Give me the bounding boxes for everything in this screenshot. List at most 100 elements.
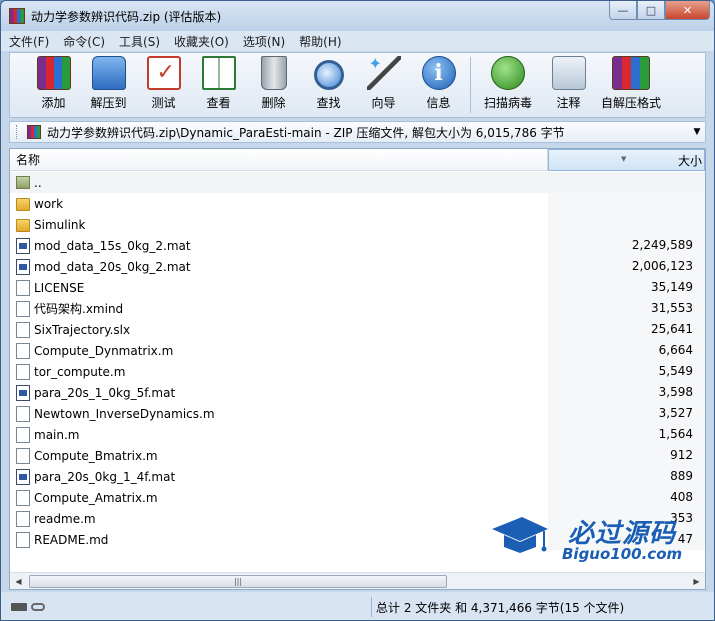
comment-button[interactable]: 注释 <box>541 53 596 117</box>
table-row[interactable]: readme.m 353 <box>10 508 705 529</box>
disk-icon[interactable] <box>11 603 27 611</box>
virus-scan-button[interactable]: 扫描病毒 <box>475 53 541 117</box>
file-name-cell: Newtown_InverseDynamics.m <box>10 403 548 424</box>
file-name: para_20s_1_0kg_5f.mat <box>34 385 176 400</box>
file-name: work <box>34 196 64 211</box>
address-grip <box>16 125 19 139</box>
key-icon[interactable] <box>31 603 45 611</box>
add-button[interactable]: 添加 <box>26 53 81 117</box>
address-path: 动力学参数辨识代码.zip\Dynamic_ParaEsti-main - ZI… <box>47 125 565 140</box>
table-row[interactable]: Compute_Amatrix.m 408 <box>10 487 705 508</box>
file-name: Newtown_InverseDynamics.m <box>34 406 215 421</box>
file-size-cell: 3,527 <box>548 403 705 424</box>
window-controls: — □ ✕ <box>609 1 710 20</box>
maximize-button[interactable]: □ <box>637 1 665 20</box>
file-name-cell: LICENSE <box>10 277 548 298</box>
file-rows: .. work Simulink mod_data_15s_0kg_2.mat 2,24… <box>10 172 705 550</box>
test-button[interactable]: 测试 <box>136 53 191 117</box>
menu-favorites[interactable]: 收藏夹(O) <box>174 33 229 50</box>
file-size-cell: 2,006,123 <box>548 256 705 277</box>
matlab-data-icon <box>16 384 30 401</box>
file-name: mod_data_15s_0kg_2.mat <box>34 238 191 253</box>
file-name-cell: Compute_Bmatrix.m <box>10 445 548 466</box>
file-name-cell: SixTrajectory.slx <box>10 319 548 340</box>
file-name-cell: readme.m <box>10 508 548 529</box>
toolbar-separator <box>470 57 471 113</box>
table-row[interactable]: 代码架构.xmind 31,553 <box>10 298 705 319</box>
view-icon <box>201 56 236 90</box>
file-name: SixTrajectory.slx <box>34 322 131 337</box>
extract-to-button[interactable]: 解压到 <box>81 53 136 117</box>
table-row[interactable]: main.m 1,564 <box>10 424 705 445</box>
sfx-button[interactable]: 自解压格式 <box>596 53 666 117</box>
table-row[interactable]: Compute_Dynmatrix.m 6,664 <box>10 340 705 361</box>
file-name: Simulink <box>34 217 86 232</box>
column-size-header[interactable]: ▼ 大小 <box>548 149 705 171</box>
info-button[interactable]: i 信息 <box>411 53 466 117</box>
matlab-data-icon <box>16 258 30 275</box>
file-size-cell: 912 <box>548 445 705 466</box>
file-name-cell: mod_data_20s_0kg_2.mat <box>10 256 548 277</box>
delete-button[interactable]: 删除 <box>246 53 301 117</box>
view-label: 查看 <box>206 96 231 110</box>
table-row[interactable]: README.md 47 <box>10 529 705 550</box>
table-row[interactable]: SixTrajectory.slx 25,641 <box>10 319 705 340</box>
table-row[interactable]: Newtown_InverseDynamics.m 3,527 <box>10 403 705 424</box>
file-name: main.m <box>34 427 80 442</box>
file-name-cell: README.md <box>10 529 548 550</box>
menu-file[interactable]: 文件(F) <box>9 33 49 50</box>
table-row[interactable]: mod_data_20s_0kg_2.mat 2,006,123 <box>10 256 705 277</box>
document-icon <box>16 489 30 506</box>
parent-directory-row[interactable]: .. <box>10 172 705 193</box>
table-row[interactable]: LICENSE 35,149 <box>10 277 705 298</box>
horizontal-scrollbar[interactable]: ◀ ||| ▶ <box>10 572 705 589</box>
wizard-button[interactable]: 向导 <box>356 53 411 117</box>
window-title: 动力学参数辨识代码.zip (评估版本) <box>31 9 222 24</box>
scroll-track[interactable]: ||| <box>27 574 688 589</box>
table-row[interactable]: work <box>10 193 705 214</box>
virus-scan-icon <box>491 56 525 90</box>
view-button[interactable]: 查看 <box>191 53 246 117</box>
close-button[interactable]: ✕ <box>665 1 710 20</box>
minimize-button[interactable]: — <box>609 1 637 20</box>
file-name: LICENSE <box>34 280 85 295</box>
table-row[interactable]: mod_data_15s_0kg_2.mat 2,249,589 <box>10 235 705 256</box>
chevron-down-icon[interactable]: ▼ <box>689 127 705 137</box>
file-size-cell: 353 <box>548 508 705 529</box>
file-name-cell: tor_compute.m <box>10 361 548 382</box>
file-size-cell <box>548 193 705 214</box>
table-row[interactable]: Simulink <box>10 214 705 235</box>
address-bar[interactable]: 动力学参数辨识代码.zip\Dynamic_ParaEsti-main - ZI… <box>9 121 706 143</box>
table-row[interactable]: para_20s_1_0kg_5f.mat 3,598 <box>10 382 705 403</box>
file-name-cell: para_20s_0kg_1_4f.mat <box>10 466 548 487</box>
file-name: mod_data_20s_0kg_2.mat <box>34 259 191 274</box>
matlab-data-icon <box>16 468 30 485</box>
file-name: 代码架构.xmind <box>34 302 124 316</box>
file-name-cell: para_20s_1_0kg_5f.mat <box>10 382 548 403</box>
status-summary: 总计 2 文件夹 和 4,371,466 字节(15 个文件) <box>376 600 625 615</box>
file-name: tor_compute.m <box>34 364 126 379</box>
menu-options[interactable]: 选项(N) <box>243 33 285 50</box>
scroll-left-icon[interactable]: ◀ <box>10 573 27 590</box>
toolbar: 添加 解压到 测试 查看 删除 查找 向导 i 信息 <box>9 52 706 118</box>
scroll-thumb[interactable]: ||| <box>29 574 447 588</box>
table-row[interactable]: para_20s_0kg_1_4f.mat 889 <box>10 466 705 487</box>
document-icon <box>16 531 30 548</box>
find-button[interactable]: 查找 <box>301 53 356 117</box>
table-row[interactable]: Compute_Bmatrix.m 912 <box>10 445 705 466</box>
column-name-header[interactable]: 名称 <box>10 149 548 171</box>
test-label: 测试 <box>151 96 176 110</box>
folder-icon <box>16 198 30 211</box>
file-name-cell: .. <box>10 172 548 193</box>
scroll-right-icon[interactable]: ▶ <box>688 573 705 590</box>
file-name-cell: Compute_Amatrix.m <box>10 487 548 508</box>
winrar-app-icon <box>9 8 25 24</box>
table-row[interactable]: tor_compute.m 5,549 <box>10 361 705 382</box>
file-size-cell: 1,564 <box>548 424 705 445</box>
menu-commands[interactable]: 命令(C) <box>63 33 105 50</box>
document-icon <box>16 363 30 380</box>
extract-to-label: 解压到 <box>90 96 127 110</box>
document-icon <box>16 279 30 296</box>
menu-tools[interactable]: 工具(S) <box>119 33 160 50</box>
menu-help[interactable]: 帮助(H) <box>299 33 341 50</box>
